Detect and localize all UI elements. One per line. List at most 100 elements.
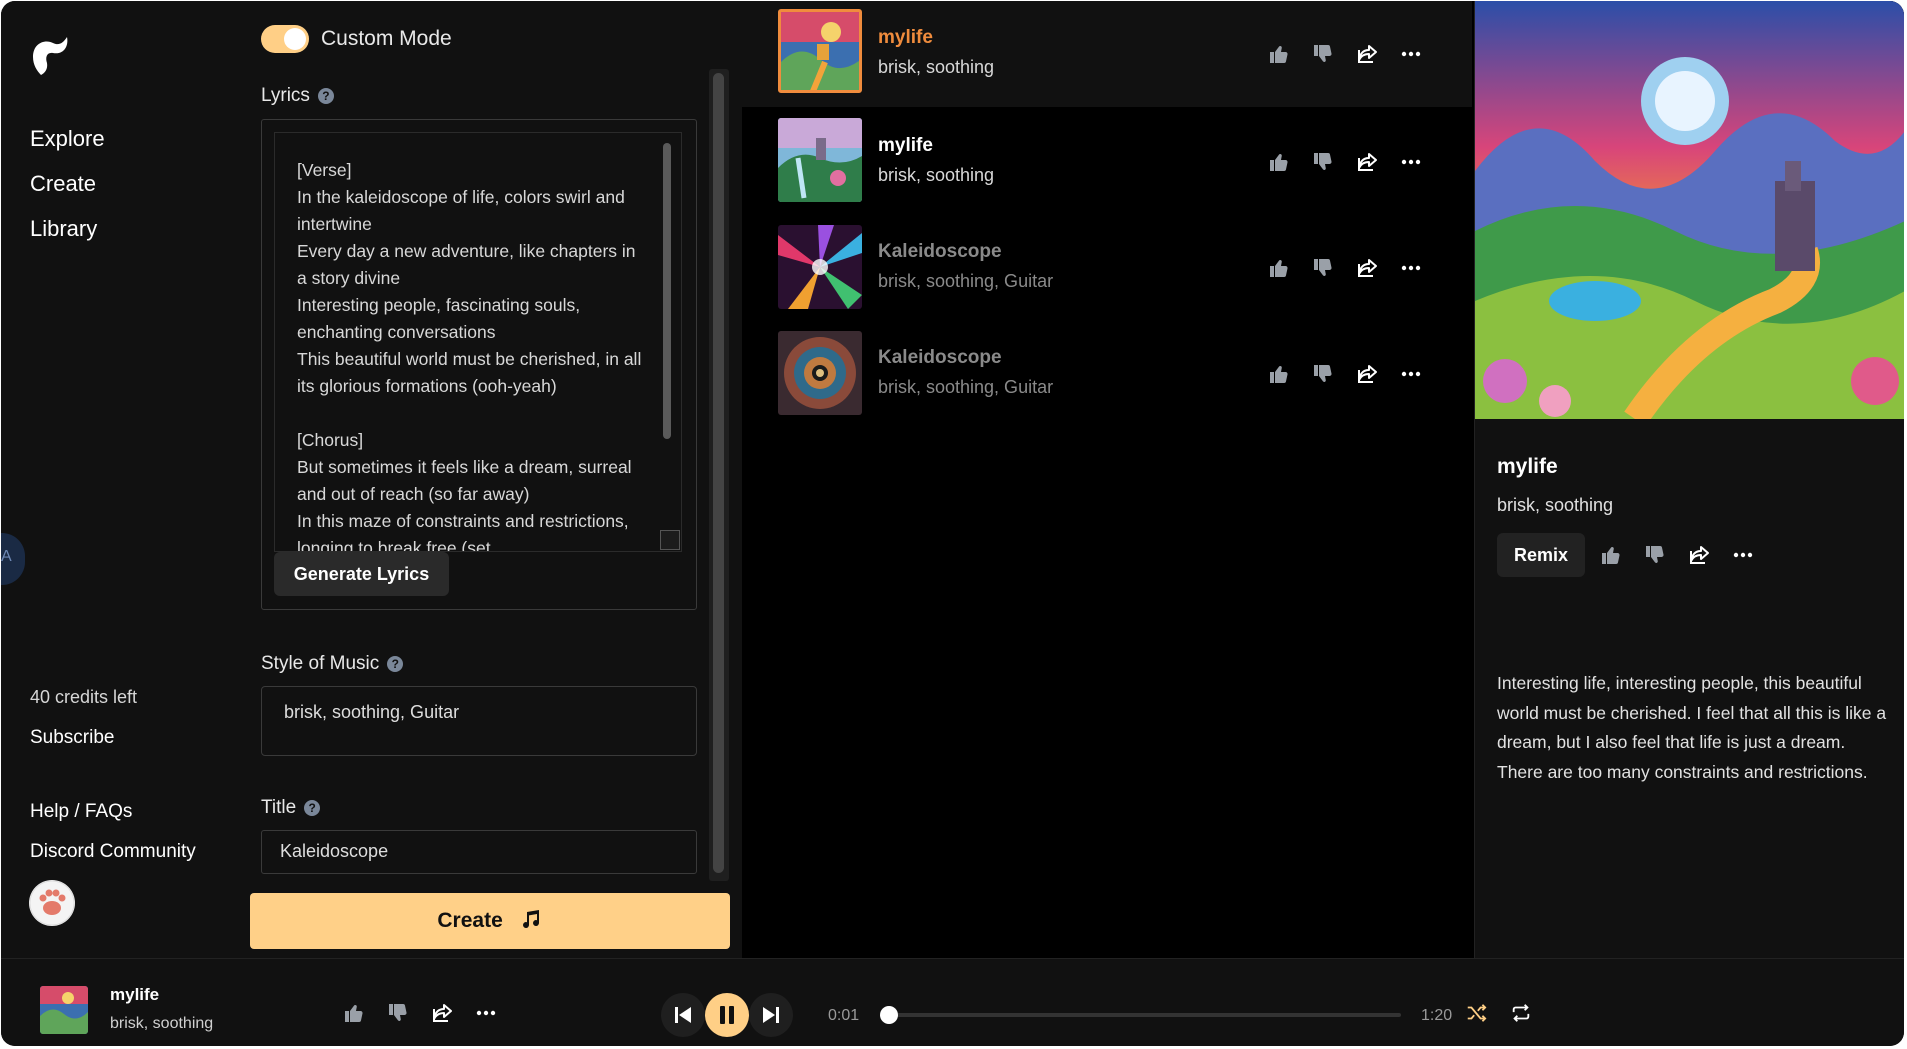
- song-actions: [1267, 39, 1423, 69]
- thumbs-up-icon[interactable]: [1267, 42, 1291, 66]
- custom-mode-toggle[interactable]: [261, 25, 309, 53]
- player-actions: [342, 1001, 498, 1025]
- share-icon[interactable]: [1355, 150, 1379, 174]
- more-options-icon[interactable]: [1399, 150, 1423, 174]
- lyrics-scrollbar[interactable]: [663, 143, 671, 439]
- thumbs-down-icon[interactable]: [1643, 543, 1667, 567]
- app-window: Explore Create Library A 40 credits left…: [1, 1, 1904, 1046]
- style-help-icon[interactable]: ?: [387, 656, 404, 672]
- song-actions: [1267, 359, 1423, 389]
- thumbs-down-icon[interactable]: [1311, 362, 1335, 386]
- detail-description: Interesting life, interesting people, th…: [1497, 673, 1887, 782]
- thumbs-down-icon[interactable]: [386, 1001, 410, 1025]
- thumbs-up-icon[interactable]: [342, 1001, 366, 1025]
- song-thumbnail: [778, 331, 862, 415]
- song-tags: brisk, soothing, Guitar: [878, 271, 1054, 291]
- nav-explore[interactable]: Explore: [30, 123, 105, 168]
- more-options-icon[interactable]: [1399, 256, 1423, 280]
- subscribe-link[interactable]: Subscribe: [30, 727, 115, 749]
- player-thumbnail[interactable]: [40, 986, 88, 1034]
- panel-scrollbar-track[interactable]: [709, 69, 729, 881]
- song-title[interactable]: mylife: [878, 27, 933, 49]
- thumbs-up-icon[interactable]: [1267, 256, 1291, 280]
- main-nav: Explore Create Library: [30, 123, 105, 258]
- title-label: Title: [261, 797, 297, 818]
- share-icon[interactable]: [1687, 543, 1711, 567]
- play-pause-button[interactable]: [705, 993, 749, 1037]
- nav-create[interactable]: Create: [30, 168, 105, 213]
- music-note-icon: [522, 910, 539, 929]
- side-tab[interactable]: A: [1, 533, 25, 585]
- song-tags: brisk, soothing, Guitar: [878, 377, 1054, 397]
- panel-scrollbar-thumb[interactable]: [713, 73, 724, 873]
- thumbs-up-icon[interactable]: [1599, 543, 1623, 567]
- player-tags: brisk, soothing: [110, 1015, 214, 1032]
- resize-handle-icon[interactable]: [660, 530, 680, 550]
- custom-mode-label: Custom Mode: [321, 27, 452, 50]
- progress-knob[interactable]: [880, 1006, 898, 1024]
- remix-button[interactable]: Remix: [1497, 533, 1585, 577]
- current-time: 0:01: [828, 1007, 860, 1024]
- song-row[interactable]: Kaleidoscope brisk, soothing, Guitar: [742, 213, 1472, 319]
- lyrics-label-row: Lyrics?: [261, 85, 334, 107]
- song-row[interactable]: mylife brisk, soothing: [742, 107, 1472, 213]
- skip-back-icon: [675, 1007, 691, 1023]
- next-track-button[interactable]: [749, 993, 793, 1037]
- shuffle-icon[interactable]: [1465, 1002, 1487, 1024]
- song-row[interactable]: Kaleidoscope brisk, soothing, Guitar: [742, 319, 1472, 425]
- song-title[interactable]: Kaleidoscope: [878, 347, 1002, 369]
- user-avatar[interactable]: [29, 880, 75, 926]
- song-row[interactable]: mylife brisk, soothing: [742, 1, 1472, 107]
- thumbs-up-icon[interactable]: [1267, 150, 1291, 174]
- detail-tags: brisk, soothing: [1497, 495, 1614, 515]
- more-options-icon[interactable]: [1399, 362, 1423, 386]
- progress-bar[interactable]: [889, 1013, 1401, 1017]
- previous-track-button[interactable]: [661, 993, 705, 1037]
- thumbs-down-icon[interactable]: [1311, 42, 1335, 66]
- style-of-music-input[interactable]: brisk, soothing, Guitar: [261, 686, 697, 756]
- share-icon[interactable]: [1355, 256, 1379, 280]
- discord-community-link[interactable]: Discord Community: [30, 841, 196, 863]
- lyrics-help-icon[interactable]: ?: [317, 88, 334, 104]
- thumbs-down-icon[interactable]: [1311, 150, 1335, 174]
- song-tags: brisk, soothing: [878, 165, 995, 185]
- player-title[interactable]: mylife: [110, 985, 159, 1005]
- song-title[interactable]: Kaleidoscope: [878, 241, 1002, 263]
- song-detail-panel: mylife brisk, soothing Remix Interesting…: [1474, 1, 1904, 958]
- repeat-icon[interactable]: [1510, 1002, 1532, 1024]
- detail-actions: [1599, 543, 1755, 567]
- thumbs-up-icon[interactable]: [1267, 362, 1291, 386]
- song-tags: brisk, soothing: [878, 57, 995, 77]
- avatar-paw-icon: [29, 880, 75, 926]
- pause-icon: [720, 1006, 734, 1024]
- title-label-row: Title?: [261, 797, 321, 819]
- generate-lyrics-button[interactable]: Generate Lyrics: [274, 552, 449, 596]
- lyrics-container: [Verse] In the kaleidoscope of life, col…: [261, 119, 697, 610]
- app-logo-icon[interactable]: [29, 33, 73, 77]
- lyrics-textarea[interactable]: [Verse] In the kaleidoscope of life, col…: [274, 132, 682, 552]
- more-options-icon[interactable]: [1399, 42, 1423, 66]
- song-thumbnail: [778, 225, 862, 309]
- more-options-icon[interactable]: [1731, 543, 1755, 567]
- more-options-icon[interactable]: [474, 1001, 498, 1025]
- cover-art: [1475, 1, 1904, 419]
- share-icon[interactable]: [1355, 42, 1379, 66]
- create-button-label: Create: [437, 909, 503, 932]
- thumbs-down-icon[interactable]: [1311, 256, 1335, 280]
- create-button[interactable]: Create: [250, 893, 730, 949]
- style-label-row: Style of Music?: [261, 653, 404, 675]
- nav-library[interactable]: Library: [30, 213, 105, 258]
- lyrics-text: [Verse] In the kaleidoscope of life, col…: [297, 160, 642, 552]
- help-faqs-link[interactable]: Help / FAQs: [30, 801, 132, 823]
- song-title[interactable]: mylife: [878, 135, 933, 157]
- title-help-icon[interactable]: ?: [304, 800, 321, 816]
- title-input[interactable]: Kaleidoscope: [261, 830, 697, 874]
- credits-left: 40 credits left: [30, 687, 138, 707]
- title-value: Kaleidoscope: [280, 841, 389, 861]
- detail-title: mylife: [1497, 455, 1558, 478]
- song-thumbnail: [778, 9, 862, 93]
- share-icon[interactable]: [1355, 362, 1379, 386]
- lyrics-label: Lyrics: [261, 85, 310, 106]
- share-icon[interactable]: [430, 1001, 454, 1025]
- sidebar: Explore Create Library A 40 credits left…: [1, 1, 239, 958]
